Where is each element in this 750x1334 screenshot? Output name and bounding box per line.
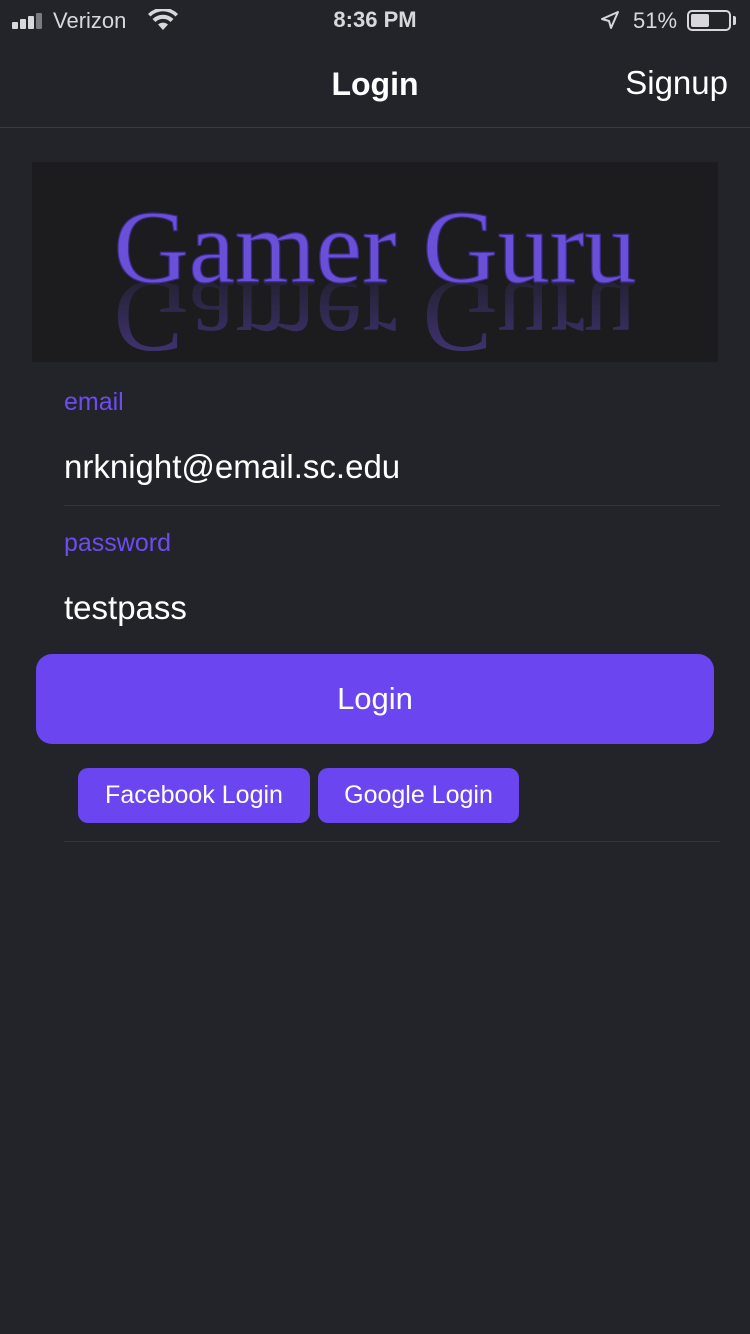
- google-login-button[interactable]: Google Login: [318, 768, 519, 823]
- email-field[interactable]: [64, 437, 720, 497]
- password-label: password: [64, 529, 171, 557]
- email-divider: [64, 505, 720, 506]
- battery-percent: 51%: [633, 8, 678, 33]
- social-divider: [64, 841, 720, 842]
- location-arrow-icon: [601, 11, 619, 29]
- battery-nub: [733, 16, 736, 25]
- facebook-login-button[interactable]: Facebook Login: [78, 768, 310, 823]
- logo-reflection: Gamer Guru: [114, 259, 637, 362]
- login-button[interactable]: Login: [36, 654, 714, 744]
- gamer-guru-logo: Gamer Guru Gamer Guru: [32, 162, 718, 362]
- signup-button[interactable]: Signup: [625, 64, 728, 102]
- battery-icon: [687, 10, 731, 31]
- battery-level: [691, 14, 709, 27]
- password-field[interactable]: [64, 578, 720, 638]
- email-label: email: [64, 388, 124, 416]
- navigation-bar: Login Signup: [0, 40, 750, 128]
- status-bar: Verizon 8:36 PM 51%: [0, 0, 750, 40]
- login-screen: Verizon 8:36 PM 51% Login Signup Gamer G…: [0, 0, 750, 1334]
